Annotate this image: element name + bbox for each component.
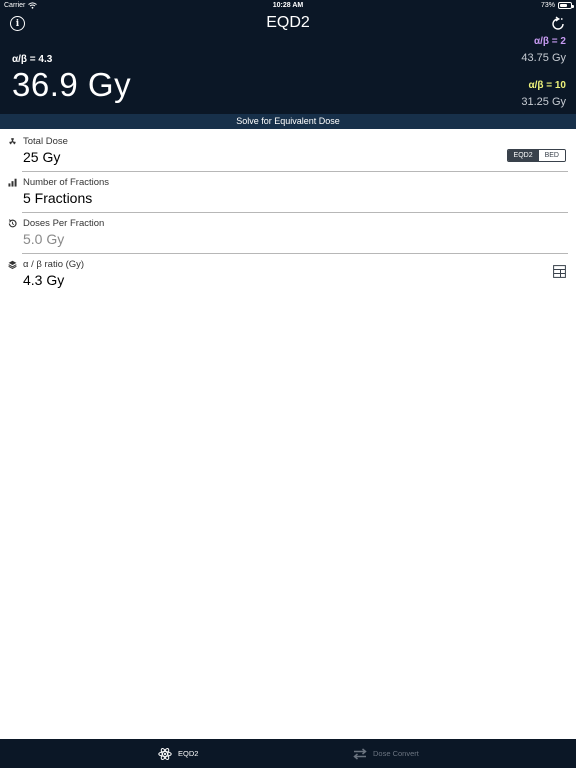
- fractions-value[interactable]: 5 Fractions: [23, 190, 92, 206]
- toggle-eqd2[interactable]: EQD2: [507, 150, 539, 161]
- fractions-label: Number of Fractions: [23, 177, 110, 188]
- solve-mode-banner[interactable]: Solve for Equivalent Dose: [0, 114, 576, 129]
- layers-icon: [8, 260, 17, 269]
- eqd2-result: 36.9 Gy: [12, 66, 132, 103]
- alt-ab10-label: α/β = 10: [528, 80, 566, 91]
- status-time: 10:28 AM: [272, 2, 304, 9]
- tab-dose-convert-label: Dose Convert: [373, 749, 419, 758]
- results-header: i EQD2 α/β = 4.3 36.9 Gy α/β = 2 43.75 G…: [0, 12, 576, 114]
- tab-dose-convert[interactable]: Dose Convert: [353, 739, 419, 768]
- dose-per-fraction-row[interactable]: Doses Per Fraction 5.0 Gy: [0, 213, 576, 254]
- alt-ab2-label: α/β = 2: [534, 36, 566, 47]
- toggle-bed[interactable]: BED: [538, 150, 565, 161]
- battery-indicator: 73%: [540, 2, 574, 9]
- ab-ratio-value[interactable]: 4.3 Gy: [23, 272, 64, 288]
- tab-bar: EQD2 Dose Convert: [0, 739, 576, 768]
- ab-ratio-row[interactable]: α / β ratio (Gy) 4.3 Gy: [0, 254, 576, 295]
- tab-eqd2-label: EQD2: [178, 749, 199, 758]
- alt-result-ab10: α/β = 10 31.25 Gy: [521, 80, 566, 108]
- total-dose-value[interactable]: 25 Gy: [23, 149, 60, 165]
- bar-chart-icon: [8, 178, 17, 187]
- atom-icon: [158, 747, 172, 760]
- ab-ratio-label: α / β ratio (Gy): [23, 259, 85, 270]
- total-dose-row[interactable]: Total Dose 25 Gy EQD2 BED: [0, 131, 576, 172]
- current-ab-label: α/β = 4.3: [12, 54, 53, 65]
- total-dose-label: Total Dose: [23, 136, 68, 147]
- tab-eqd2[interactable]: EQD2: [158, 739, 198, 768]
- fractions-row[interactable]: Number of Fractions 5 Fractions: [0, 172, 576, 213]
- battery-percent: 73%: [540, 2, 555, 9]
- alt-ab10-value: 31.25 Gy: [521, 96, 566, 108]
- swap-arrows-icon: [353, 747, 367, 760]
- table-icon[interactable]: [553, 265, 566, 278]
- alt-ab2-value: 43.75 Gy: [521, 52, 566, 64]
- radiation-icon: [9, 138, 16, 145]
- status-bar: Carrier 10:28 AM 73%: [0, 0, 576, 12]
- dose-per-fraction-label: Doses Per Fraction: [23, 218, 105, 229]
- battery-icon: [558, 2, 574, 9]
- dose-per-fraction-value[interactable]: 5.0 Gy: [23, 231, 64, 247]
- reset-icon[interactable]: [550, 16, 566, 32]
- page-title: EQD2: [266, 14, 310, 31]
- alt-result-ab2: α/β = 2 43.75 Gy: [521, 36, 566, 64]
- eqd2-bed-toggle[interactable]: EQD2 BED: [506, 149, 566, 162]
- history-icon: [8, 219, 17, 228]
